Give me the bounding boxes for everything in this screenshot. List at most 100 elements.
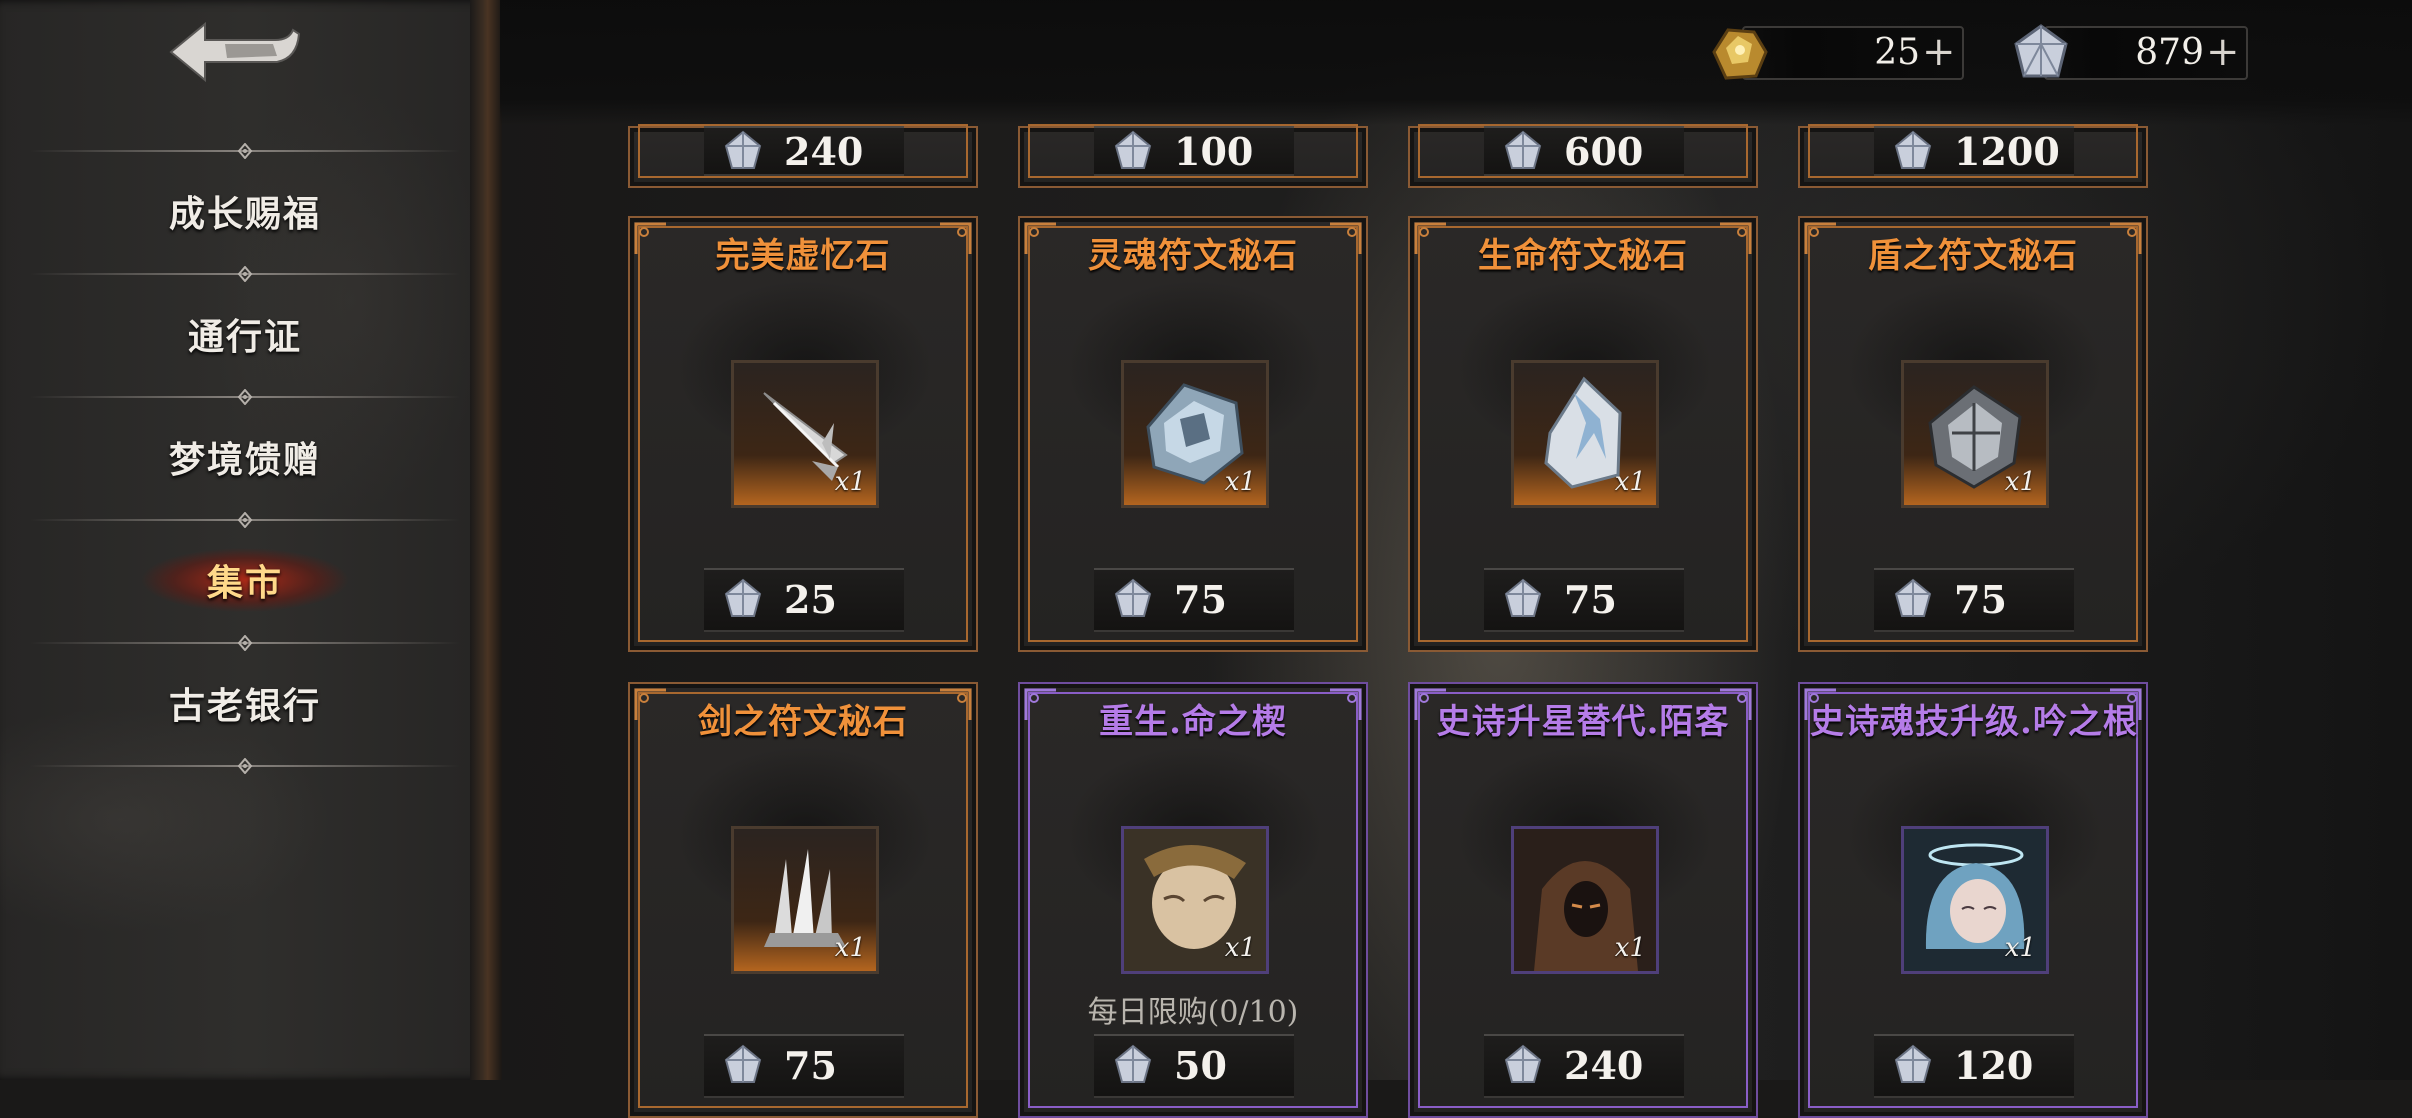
add-gold-button[interactable]: + (1922, 32, 1956, 74)
item-title: 史诗升星替代.陌客 (1436, 702, 1730, 742)
price-value: 25 (784, 577, 837, 622)
crystal-gem-icon (724, 1044, 762, 1083)
sidebar-item-dream-gift[interactable]: 梦境馈赠 (30, 417, 460, 497)
crystal-gem-icon (2014, 24, 2068, 78)
price-value: 240 (1564, 1043, 1644, 1088)
price-tag[interactable]: 75 (1484, 568, 1684, 632)
item-quantity: x1 (2004, 933, 2036, 963)
sidebar-item-market[interactable]: 集市 (30, 540, 460, 620)
shop-card-partial[interactable]: 600 (1408, 124, 1758, 188)
item-title: 重生.命之楔 (1099, 702, 1287, 742)
item-slot[interactable]: x1 (1901, 826, 2049, 974)
sidebar-item-label: 集市 (206, 562, 283, 604)
item-slot[interactable]: x1 (1121, 826, 1269, 974)
item-slot[interactable]: x1 (1121, 360, 1269, 508)
item-title: 完美虚忆石 (715, 236, 891, 276)
crystal-gem-icon (1894, 1044, 1932, 1083)
sidebar-item-label: 梦境馈赠 (168, 439, 321, 481)
shop-card-partial[interactable]: 1200 (1798, 124, 2148, 188)
back-arrow-icon (169, 21, 301, 83)
crystal-gem-icon (1894, 578, 1932, 617)
price-value: 100 (1174, 129, 1254, 174)
shop-card[interactable]: 史诗升星替代.陌客 x1 240 (1408, 682, 1758, 1118)
crystal-gem-icon (1114, 1044, 1152, 1083)
item-title: 史诗魂技升级.吟之根 (1810, 702, 2138, 742)
gold-currency: 25 + (1712, 26, 1964, 80)
price-value: 1200 (1954, 129, 2060, 174)
item-quantity: x1 (2004, 467, 2036, 497)
item-quantity: x1 (1224, 933, 1256, 963)
shop-card[interactable]: 史诗魂技升级.吟之根 x1 120 (1798, 682, 2148, 1118)
crystal-gem-icon (1504, 578, 1542, 617)
price-tag[interactable]: 25 (704, 568, 904, 632)
item-title: 灵魂符文秘石 (1088, 236, 1298, 276)
sidebar-divider (30, 510, 460, 530)
sidebar-divider (30, 141, 460, 161)
price-tag[interactable]: 50 (1094, 1034, 1294, 1098)
crystal-gem-icon (724, 578, 762, 617)
sidebar-item-ancient-bank[interactable]: 古老银行 (30, 663, 460, 743)
price-tag[interactable]: 600 (1484, 126, 1684, 176)
sidebar-divider (30, 756, 460, 776)
crystal-gem-icon (1114, 578, 1152, 617)
crystal-gem-icon (1504, 1044, 1542, 1083)
price-value: 240 (784, 129, 864, 174)
gold-nugget-icon (1712, 28, 1768, 80)
back-button[interactable] (165, 18, 305, 88)
price-tag[interactable]: 100 (1094, 126, 1294, 176)
item-title: 剑之符文秘石 (698, 702, 908, 742)
price-value: 75 (1174, 577, 1227, 622)
shop-card[interactable]: 重生.命之楔 x1 每日限购(0/10) 50 (1018, 682, 1368, 1118)
price-value: 600 (1564, 129, 1644, 174)
sidebar-item-growth-blessing[interactable]: 成长赐福 (30, 171, 460, 251)
item-quantity: x1 (834, 467, 866, 497)
shop-card-partial[interactable]: 100 (1018, 124, 1368, 188)
shop-card[interactable]: 灵魂符文秘石 x1 75 (1018, 216, 1368, 652)
item-quantity: x1 (834, 933, 866, 963)
sidebar-item-label: 成长赐福 (168, 193, 321, 235)
shop-card[interactable]: 剑之符文秘石 x1 75 (628, 682, 978, 1118)
sidebar-item-label: 古老银行 (168, 685, 321, 727)
price-tag[interactable]: 240 (1484, 1034, 1684, 1098)
item-title: 生命符文秘石 (1478, 236, 1688, 276)
item-title: 盾之符文秘石 (1868, 236, 2078, 276)
crystal-gem-icon (724, 130, 762, 169)
sidebar-divider (30, 264, 460, 284)
item-quantity: x1 (1224, 467, 1256, 497)
add-crystal-button[interactable]: + (2206, 32, 2240, 74)
item-slot[interactable]: x1 (1511, 360, 1659, 508)
price-value: 120 (1954, 1043, 2034, 1088)
shop-card[interactable]: 生命符文秘石 x1 75 (1408, 216, 1758, 652)
item-slot[interactable]: x1 (1901, 360, 2049, 508)
price-tag[interactable]: 75 (1094, 568, 1294, 632)
sidebar-item-pass[interactable]: 通行证 (30, 294, 460, 374)
price-value: 75 (784, 1043, 837, 1088)
price-tag[interactable]: 120 (1874, 1034, 2074, 1098)
sidebar-divider (30, 633, 460, 653)
price-value: 75 (1954, 577, 2007, 622)
price-tag[interactable]: 75 (704, 1034, 904, 1098)
crystal-gem-icon (1894, 130, 1932, 169)
item-slot[interactable]: x1 (1511, 826, 1659, 974)
price-tag[interactable]: 75 (1874, 568, 2074, 632)
crystal-amount: 879 (2135, 32, 2204, 73)
sidebar-divider (30, 387, 460, 407)
crystal-gem-icon (1504, 130, 1542, 169)
item-quantity: x1 (1614, 933, 1646, 963)
price-value: 50 (1174, 1043, 1227, 1088)
price-value: 75 (1564, 577, 1617, 622)
price-tag[interactable]: 1200 (1874, 126, 2074, 176)
crystal-gem-icon (1114, 130, 1152, 169)
purchase-limit: 每日限购(0/10) (1087, 995, 1299, 1030)
sidebar-edge (470, 0, 502, 1080)
gold-amount: 25 (1874, 32, 1920, 73)
sidebar-item-label: 通行证 (187, 316, 302, 358)
shop-card[interactable]: 盾之符文秘石 x1 75 (1798, 216, 2148, 652)
item-slot[interactable]: x1 (731, 826, 879, 974)
price-tag[interactable]: 240 (704, 126, 904, 176)
shop-card-partial[interactable]: 240 (628, 124, 978, 188)
crystal-currency: 879 + (2014, 24, 2248, 80)
item-quantity: x1 (1614, 467, 1646, 497)
shop-card[interactable]: 完美虚忆石 x1 25 (628, 216, 978, 652)
item-slot[interactable]: x1 (731, 360, 879, 508)
